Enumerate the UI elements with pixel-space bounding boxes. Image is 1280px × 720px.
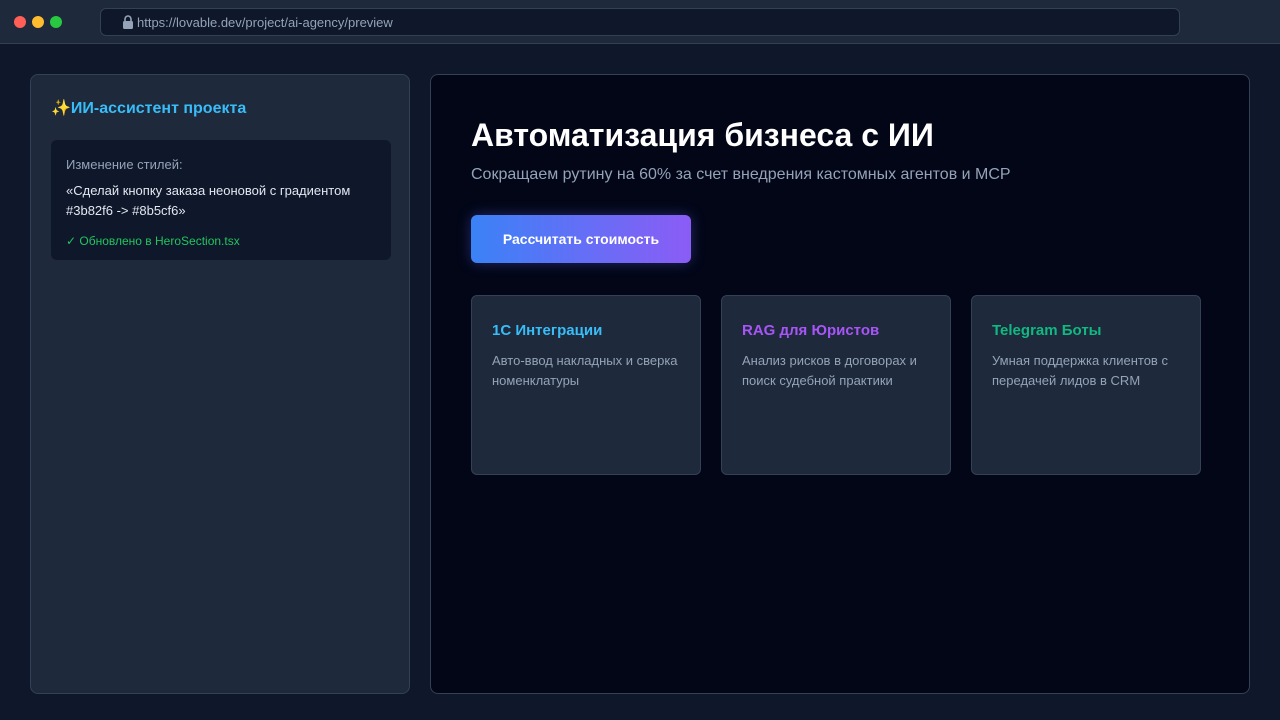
- site-preview: Автоматизация бизнеса с ИИ Сокращаем рут…: [430, 74, 1250, 694]
- card-description: Анализ рисков в договорах и поиск судебн…: [742, 353, 917, 388]
- card-title: RAG для Юристов: [742, 322, 880, 339]
- message-status: ✓ Обновлено в HeroSection.tsx: [66, 234, 240, 248]
- service-card-1c[interactable]: 1С Интеграции Авто-ввод накладных и свер…: [471, 295, 701, 475]
- url-text: https://lovable.dev/project/ai-agency/pr…: [137, 15, 393, 30]
- close-window-button[interactable]: [14, 16, 26, 28]
- ai-assistant-panel: ✨ИИ-ассистент проекта Изменение стилей: …: [30, 74, 410, 694]
- minimize-window-button[interactable]: [32, 16, 44, 28]
- message-text: «Сделай кнопку заказа неоновой с градиен…: [66, 183, 351, 218]
- assistant-message-card: Изменение стилей: «Сделай кнопку заказа …: [51, 140, 391, 260]
- card-title: Telegram Боты: [992, 322, 1102, 339]
- address-bar[interactable]: https://lovable.dev/project/ai-agency/pr…: [100, 8, 1180, 36]
- message-label: Изменение стилей:: [66, 157, 183, 172]
- card-title: 1С Интеграции: [492, 322, 603, 339]
- card-description: Умная поддержка клиентов с передачей лид…: [992, 353, 1168, 388]
- card-description: Авто-ввод накладных и сверка номенклатур…: [492, 353, 678, 388]
- calculate-cost-button[interactable]: Рассчитать стоимость: [471, 215, 691, 263]
- hero-subtitle: Сокращаем рутину на 60% за счет внедрени…: [471, 166, 1011, 183]
- lock-icon: [123, 15, 133, 29]
- service-card-telegram[interactable]: Telegram Боты Умная поддержка клиентов с…: [971, 295, 1201, 475]
- assistant-title: ✨ИИ-ассистент проекта: [51, 100, 247, 117]
- service-cards: 1С Интеграции Авто-ввод накладных и свер…: [471, 295, 1211, 475]
- browser-titlebar: https://lovable.dev/project/ai-agency/pr…: [0, 0, 1280, 44]
- service-card-rag[interactable]: RAG для Юристов Анализ рисков в договора…: [721, 295, 951, 475]
- maximize-window-button[interactable]: [50, 16, 62, 28]
- hero-title: Автоматизация бизнеса с ИИ: [471, 117, 934, 153]
